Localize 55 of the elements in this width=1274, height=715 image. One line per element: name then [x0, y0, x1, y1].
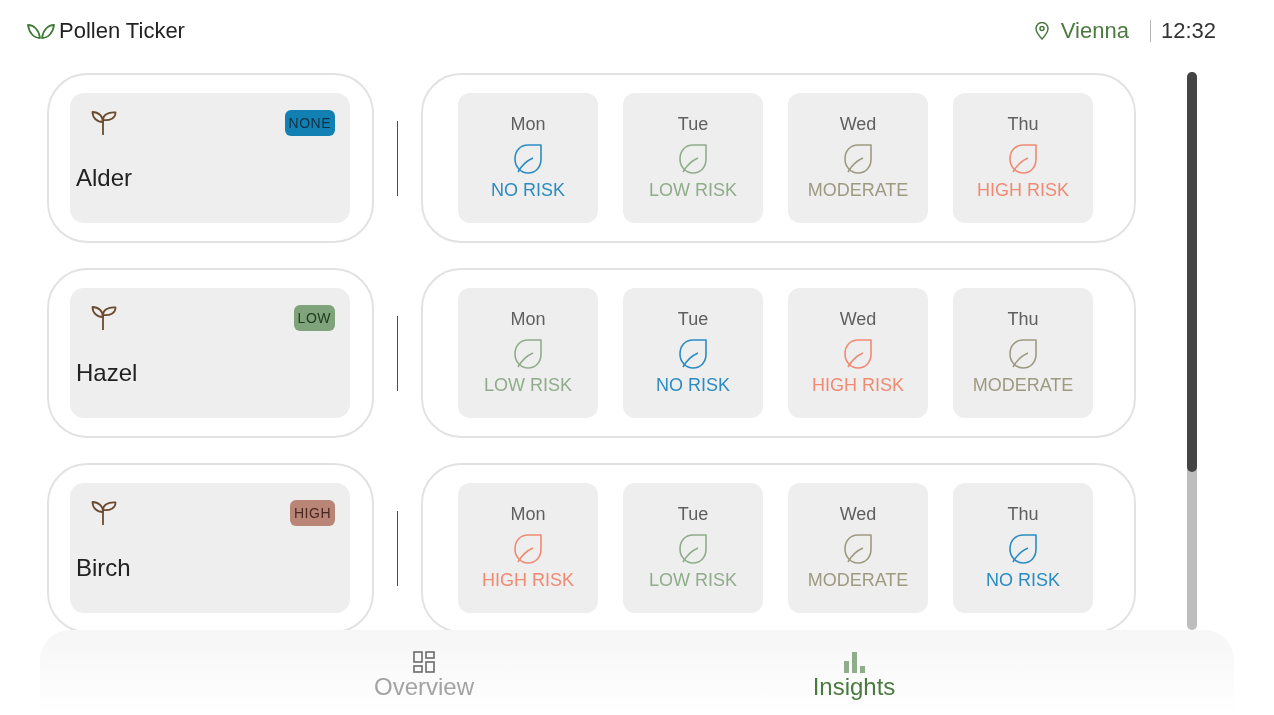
risk-label: MODERATE: [807, 179, 909, 201]
leaf-icon: [843, 143, 873, 175]
leaf-icon: [1008, 143, 1038, 175]
leaf-icon: [513, 533, 543, 565]
day-label: Tue: [677, 308, 709, 330]
leaf-icon: [843, 338, 873, 370]
risk-label: HIGH RISK: [812, 374, 904, 396]
day-label: Thu: [1007, 113, 1039, 135]
day-label: Mon: [510, 308, 546, 330]
clock-time: 12:32: [1160, 17, 1216, 45]
day-label: Mon: [510, 113, 546, 135]
risk-label: HIGH RISK: [482, 569, 574, 591]
leaves-logo-icon: [27, 23, 55, 39]
pollen-name: Hazel: [75, 358, 138, 388]
risk-label: MODERATE: [807, 569, 909, 591]
risk-label: LOW RISK: [649, 179, 737, 201]
risk-label: HIGH RISK: [977, 179, 1069, 201]
pollen-name: Alder: [75, 163, 133, 193]
leaf-icon: [513, 338, 543, 370]
risk-label: LOW RISK: [484, 374, 572, 396]
risk-label: LOW RISK: [649, 569, 737, 591]
leaf-icon: [1008, 533, 1038, 565]
bar-chart-icon: [843, 651, 865, 673]
leaf-icon: [1008, 338, 1038, 370]
nav-tab[interactable]: Insights: [754, 630, 954, 701]
day-label: Thu: [1007, 308, 1039, 330]
leaf-icon: [843, 533, 873, 565]
day-label: Wed: [839, 113, 877, 135]
risk-label: NO RISK: [986, 569, 1060, 591]
day-label: Wed: [839, 503, 877, 525]
sprout-icon: [91, 303, 117, 331]
dashboard-grid-icon: [413, 651, 435, 673]
leaf-icon: [513, 143, 543, 175]
leaf-icon: [678, 533, 708, 565]
leaf-icon: [678, 143, 708, 175]
day-label: Thu: [1007, 503, 1039, 525]
scrollbar-track[interactable]: [1187, 72, 1197, 630]
app-title: Pollen Ticker: [59, 17, 185, 45]
level-badge: NONE: [284, 110, 335, 136]
leaf-icon: [678, 338, 708, 370]
day-label: Mon: [510, 503, 546, 525]
day-label: Tue: [677, 113, 709, 135]
map-pin-icon: [1034, 22, 1049, 40]
day-label: Wed: [839, 308, 877, 330]
level-badge: HIGH: [290, 500, 335, 526]
sprout-icon: [91, 108, 117, 136]
risk-label: MODERATE: [972, 374, 1074, 396]
sprout-icon: [91, 498, 117, 526]
pollen-name: Birch: [75, 553, 131, 583]
location-label: Vienna: [1060, 17, 1129, 45]
day-label: Tue: [677, 503, 709, 525]
risk-label: NO RISK: [491, 179, 565, 201]
scrollbar-thumb[interactable]: [1187, 72, 1197, 472]
level-badge: LOW: [293, 305, 335, 331]
risk-label: NO RISK: [656, 374, 730, 396]
